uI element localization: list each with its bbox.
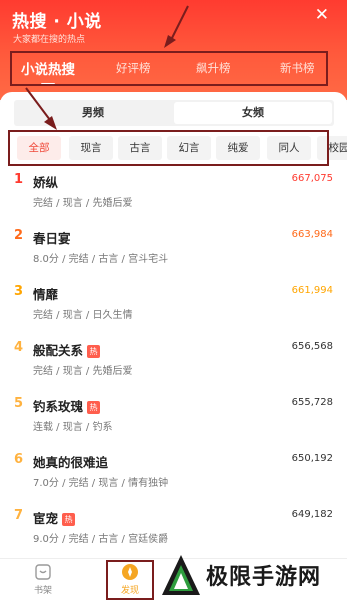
tab-new-books[interactable]: 新书榜: [280, 60, 315, 76]
book-title: 春日宴: [33, 231, 71, 246]
book-meta: 完结 / 现言 / 先婚后爱: [33, 366, 133, 377]
book-title: 娇纵: [33, 175, 59, 190]
list-item[interactable]: 7 宦宠热 9.0分 / 完结 / 古言 / 宫廷侯爵 649,182: [0, 508, 347, 562]
hot-badge: 热: [62, 513, 76, 526]
header: 热搜 · 小说 大家都在搜的热点 ✕ 小说热搜 好评榜 飙升榜 新书榜: [0, 0, 347, 100]
hot-score: 663,984: [291, 229, 333, 240]
bookshelf-icon: [35, 564, 51, 580]
gender-male-tab[interactable]: 男频: [14, 100, 172, 126]
nav-label: 书架: [33, 586, 52, 596]
hot-score: 649,182: [291, 509, 333, 520]
list-item[interactable]: 6 她真的很难追 7.0分 / 完结 / 现言 / 情有独钟 650,192: [0, 452, 347, 508]
list-item[interactable]: 2 春日宴 8.0分 / 完结 / 古言 / 宫斗宅斗 663,984: [0, 228, 347, 284]
book-meta: 9.0分 / 完结 / 古言 / 宫廷侯爵: [33, 534, 169, 545]
hot-score: 656,568: [291, 341, 333, 352]
tab-rising[interactable]: 飙升榜: [196, 60, 231, 76]
list-item[interactable]: 5 钓系玫瑰热 连载 / 现言 / 钓系 655,728: [0, 396, 347, 452]
tab-novel-hot[interactable]: 小说热搜: [21, 58, 75, 85]
rank-number: 7: [14, 508, 24, 523]
filter-modern-romance[interactable]: 现言: [69, 136, 113, 160]
book-title: 般配关系热: [33, 340, 101, 359]
hot-badge: 热: [87, 345, 101, 358]
rank-number: 2: [14, 228, 24, 243]
book-title: 情靡: [33, 287, 59, 302]
discover-icon: [122, 564, 138, 580]
book-title: 宦宠热: [33, 508, 76, 527]
gender-female-tab[interactable]: 女频: [174, 102, 332, 124]
hot-score: 661,994: [291, 285, 333, 296]
filter-campus[interactable]: 校园: [317, 136, 347, 160]
rank-number: 3: [14, 284, 24, 299]
list-item[interactable]: 1 娇纵 完结 / 现言 / 先婚后爱 667,075: [0, 172, 347, 228]
book-meta: 完结 / 现言 / 先婚后爱: [33, 198, 133, 209]
bottom-nav: 书架 发现: [0, 558, 347, 600]
ranking-panel: 男频 女频 全部 现言 古言 幻言 纯爱 同人 校园 1 娇纵 完结 / 现言 …: [0, 92, 347, 562]
tab-top-rated[interactable]: 好评榜: [116, 60, 151, 76]
filter-fan-fiction[interactable]: 同人: [267, 136, 311, 160]
hot-badge: 热: [87, 401, 101, 414]
book-title: 钓系玫瑰热: [33, 396, 101, 415]
nav-bookshelf[interactable]: 书架: [20, 563, 66, 596]
hot-score: 667,075: [291, 173, 333, 184]
book-title: 她真的很难追: [33, 455, 109, 470]
book-meta: 7.0分 / 完结 / 现言 / 情有独钟: [33, 478, 169, 489]
nav-discover[interactable]: 发现: [107, 563, 153, 596]
rank-number: 6: [14, 452, 24, 467]
filter-fantasy-romance[interactable]: 幻言: [167, 136, 211, 160]
filter-pure-love[interactable]: 纯爱: [216, 136, 260, 160]
book-meta: 8.0分 / 完结 / 古言 / 宫斗宅斗: [33, 254, 169, 265]
list-item[interactable]: 3 情靡 完结 / 现言 / 日久生情 661,994: [0, 284, 347, 340]
rank-number: 5: [14, 396, 24, 411]
hot-score: 650,192: [291, 453, 333, 464]
hot-score: 655,728: [291, 397, 333, 408]
filter-all[interactable]: 全部: [17, 136, 61, 160]
ranking-tabs: 小说热搜 好评榜 飙升榜 新书榜: [12, 52, 327, 85]
book-meta: 连载 / 现言 / 钓系: [33, 422, 113, 433]
page-title: 热搜 · 小说: [12, 12, 102, 32]
rank-number: 4: [14, 340, 24, 355]
filter-ancient-romance[interactable]: 古言: [118, 136, 162, 160]
category-filters: 全部 现言 古言 幻言 纯爱 同人 校园: [17, 136, 347, 160]
close-icon[interactable]: ✕: [315, 7, 329, 24]
list-item[interactable]: 4 般配关系热 完结 / 现言 / 先婚后爱 656,568: [0, 340, 347, 396]
book-meta: 完结 / 现言 / 日久生情: [33, 310, 133, 321]
gender-switch: 男频 女频: [14, 100, 334, 126]
page-subtitle: 大家都在搜的热点: [13, 35, 86, 45]
rank-number: 1: [14, 172, 24, 187]
nav-label: 发现: [120, 586, 139, 596]
